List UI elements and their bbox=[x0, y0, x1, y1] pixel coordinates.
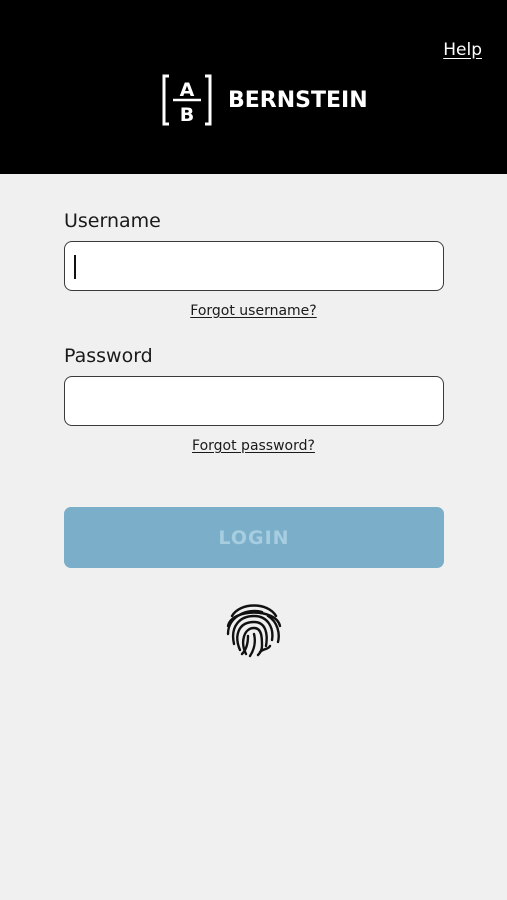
ab-logo-mark: A B bbox=[162, 74, 212, 126]
logo-letter-b: B bbox=[180, 104, 194, 126]
bernstein-logo: A B BERNSTEIN bbox=[161, 74, 368, 126]
forgot-username-link[interactable]: Forgot username? bbox=[190, 303, 316, 319]
brand-name: BERNSTEIN bbox=[228, 87, 368, 113]
text-caret bbox=[74, 255, 76, 279]
logo-letter-a: A bbox=[180, 79, 195, 101]
app-header: Help A B BERNSTEIN bbox=[0, 0, 507, 174]
fingerprint-icon[interactable] bbox=[222, 596, 286, 660]
username-label: Username bbox=[64, 210, 161, 232]
help-link[interactable]: Help bbox=[443, 40, 482, 60]
password-field[interactable] bbox=[64, 376, 444, 426]
forgot-password-row: Forgot password? bbox=[0, 438, 507, 454]
forgot-password-link[interactable]: Forgot password? bbox=[192, 438, 315, 454]
login-button[interactable]: LOGIN bbox=[64, 507, 444, 568]
forgot-username-row: Forgot username? bbox=[0, 303, 507, 319]
password-label: Password bbox=[64, 345, 153, 367]
username-field[interactable] bbox=[64, 241, 444, 291]
